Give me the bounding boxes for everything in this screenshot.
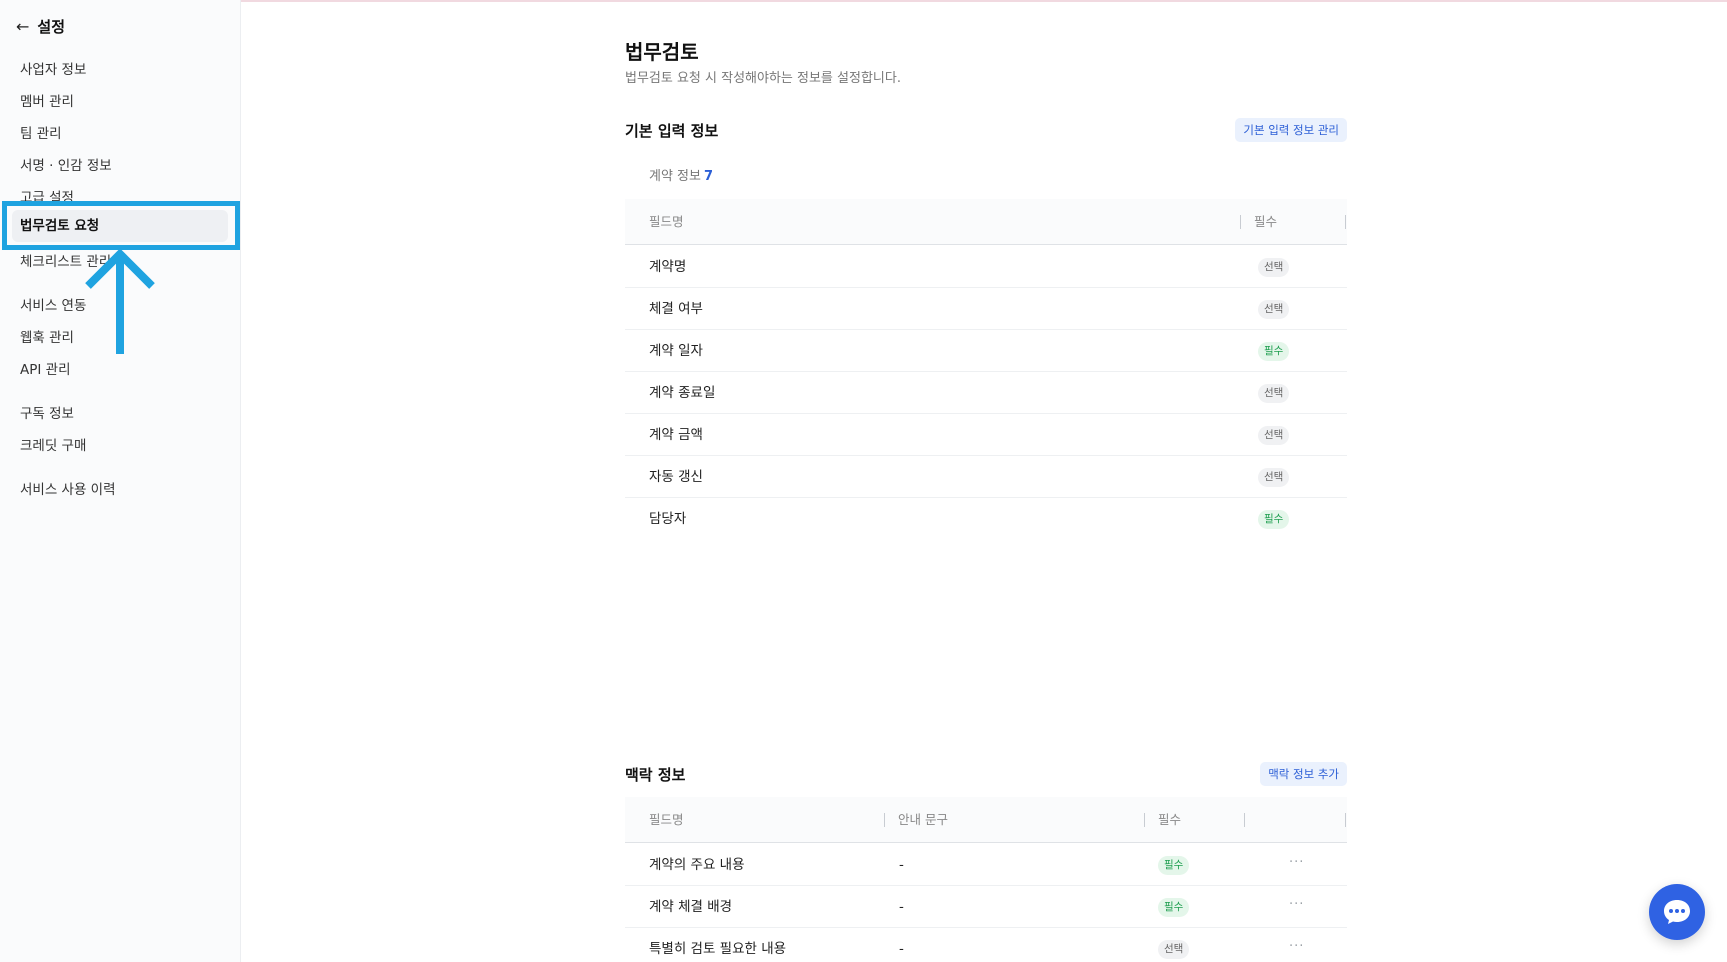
required-badge: 필수 bbox=[1258, 510, 1290, 529]
sidebar-item-api[interactable]: API 관리 bbox=[20, 358, 71, 378]
field-name: 계약명 bbox=[649, 259, 687, 275]
contract-info-label: 계약 정보 7 bbox=[649, 165, 713, 184]
column-header-required: 필수 bbox=[1254, 214, 1278, 229]
context-info-title: 맥락 정보 bbox=[625, 766, 686, 784]
required-badge: 필수 bbox=[1158, 898, 1190, 917]
table-row[interactable]: 담당자 필수 bbox=[625, 498, 1347, 540]
table-row[interactable]: 계약 체결 배경 - 필수 ··· bbox=[625, 886, 1347, 928]
contract-info-text: 계약 정보 bbox=[649, 169, 701, 184]
field-name: 계약 종료일 bbox=[649, 385, 716, 401]
column-divider bbox=[1144, 813, 1145, 827]
table-row[interactable]: 계약 일자 필수 bbox=[625, 330, 1347, 372]
context-info-table-header: 필드명 안내 문구 필수 bbox=[625, 797, 1347, 843]
sidebar-item-webhooks[interactable]: 웹훅 관리 bbox=[20, 326, 74, 346]
add-context-info-button[interactable]: 맥락 정보 추가 bbox=[1260, 762, 1347, 786]
column-divider bbox=[884, 813, 885, 827]
column-divider bbox=[1240, 215, 1241, 229]
page-title: 법무검토 bbox=[625, 40, 699, 64]
required-badge: 필수 bbox=[1158, 856, 1190, 875]
column-divider bbox=[1345, 813, 1346, 827]
column-header-guide: 안내 문구 bbox=[898, 812, 948, 827]
field-name: 계약 체결 배경 bbox=[649, 899, 733, 915]
table-row[interactable]: 계약명 선택 bbox=[625, 246, 1347, 288]
table-row[interactable]: 체결 여부 선택 bbox=[625, 288, 1347, 330]
chat-support-button[interactable] bbox=[1649, 884, 1705, 940]
required-badge: 필수 bbox=[1258, 342, 1290, 361]
sidebar-item-business-info[interactable]: 사업자 정보 bbox=[20, 58, 86, 78]
sidebar-item-members[interactable]: 멤버 관리 bbox=[20, 90, 74, 110]
guide-text: - bbox=[899, 899, 904, 915]
sidebar-item-usage-history[interactable]: 서비스 사용 이력 bbox=[20, 478, 116, 498]
field-name: 계약 금액 bbox=[649, 427, 703, 443]
field-name: 자동 갱신 bbox=[649, 469, 703, 485]
sidebar-header: ← 설정 bbox=[16, 14, 65, 38]
settings-sidebar: ← 설정 사업자 정보 멤버 관리 팀 관리 서명 · 인감 정보 고급 설정 … bbox=[0, 0, 241, 962]
field-name: 계약 일자 bbox=[649, 343, 703, 359]
table-row[interactable]: 계약 종료일 선택 bbox=[625, 372, 1347, 414]
optional-badge: 선택 bbox=[1158, 940, 1190, 959]
column-divider bbox=[1244, 813, 1245, 827]
sidebar-item-integrations[interactable]: 서비스 연동 bbox=[20, 294, 86, 314]
sidebar-item-subscription[interactable]: 구독 정보 bbox=[20, 402, 74, 422]
table-row[interactable]: 계약의 주요 내용 - 필수 ··· bbox=[625, 844, 1347, 886]
column-header-field: 필드명 bbox=[649, 214, 684, 229]
optional-badge: 선택 bbox=[1258, 300, 1290, 319]
manage-basic-info-button[interactable]: 기본 입력 정보 관리 bbox=[1235, 118, 1347, 142]
optional-badge: 선택 bbox=[1258, 384, 1290, 403]
guide-text: - bbox=[899, 857, 904, 873]
column-header-required: 필수 bbox=[1158, 812, 1182, 827]
basic-info-table-header: 필드명 필수 bbox=[625, 199, 1347, 245]
main-content: 법무검토 법무검토 요청 시 작성해야하는 정보를 설정합니다. 기본 입력 정… bbox=[242, 0, 1727, 962]
basic-info-title: 기본 입력 정보 bbox=[625, 122, 719, 140]
sidebar-item-advanced[interactable]: 고급 설정 bbox=[20, 186, 74, 206]
field-name: 특별히 검토 필요한 내용 bbox=[649, 941, 787, 957]
column-divider bbox=[1345, 215, 1346, 229]
sidebar-item-credits[interactable]: 크레딧 구매 bbox=[20, 434, 86, 454]
chat-bubble-icon bbox=[1664, 900, 1690, 924]
field-name: 체결 여부 bbox=[649, 301, 703, 317]
sidebar-title: 설정 bbox=[37, 17, 66, 36]
page-subtitle: 법무검토 요청 시 작성해야하는 정보를 설정합니다. bbox=[625, 71, 901, 86]
guide-text: - bbox=[899, 941, 904, 957]
table-row[interactable]: 특별히 검토 필요한 내용 - 선택 ··· bbox=[625, 928, 1347, 962]
optional-badge: 선택 bbox=[1258, 426, 1290, 445]
field-name: 담당자 bbox=[649, 511, 687, 527]
more-options-icon[interactable]: ··· bbox=[1289, 928, 1304, 962]
sidebar-item-teams[interactable]: 팀 관리 bbox=[20, 122, 62, 142]
more-options-icon[interactable]: ··· bbox=[1289, 886, 1304, 924]
table-row[interactable]: 계약 금액 선택 bbox=[625, 414, 1347, 456]
optional-badge: 선택 bbox=[1258, 258, 1290, 277]
column-header-field: 필드명 bbox=[649, 812, 684, 827]
sidebar-item-legal-review[interactable]: 법무검토 요청 bbox=[12, 210, 228, 242]
contract-info-count: 7 bbox=[703, 169, 714, 184]
sidebar-item-checklist[interactable]: 체크리스트 관리 bbox=[20, 250, 111, 270]
more-options-icon[interactable]: ··· bbox=[1289, 844, 1304, 882]
optional-badge: 선택 bbox=[1258, 468, 1290, 487]
field-name: 계약의 주요 내용 bbox=[649, 857, 745, 873]
table-row[interactable]: 자동 갱신 선택 bbox=[625, 456, 1347, 498]
sidebar-item-signature[interactable]: 서명 · 인감 정보 bbox=[20, 154, 112, 174]
back-arrow-icon[interactable]: ← bbox=[16, 17, 29, 36]
